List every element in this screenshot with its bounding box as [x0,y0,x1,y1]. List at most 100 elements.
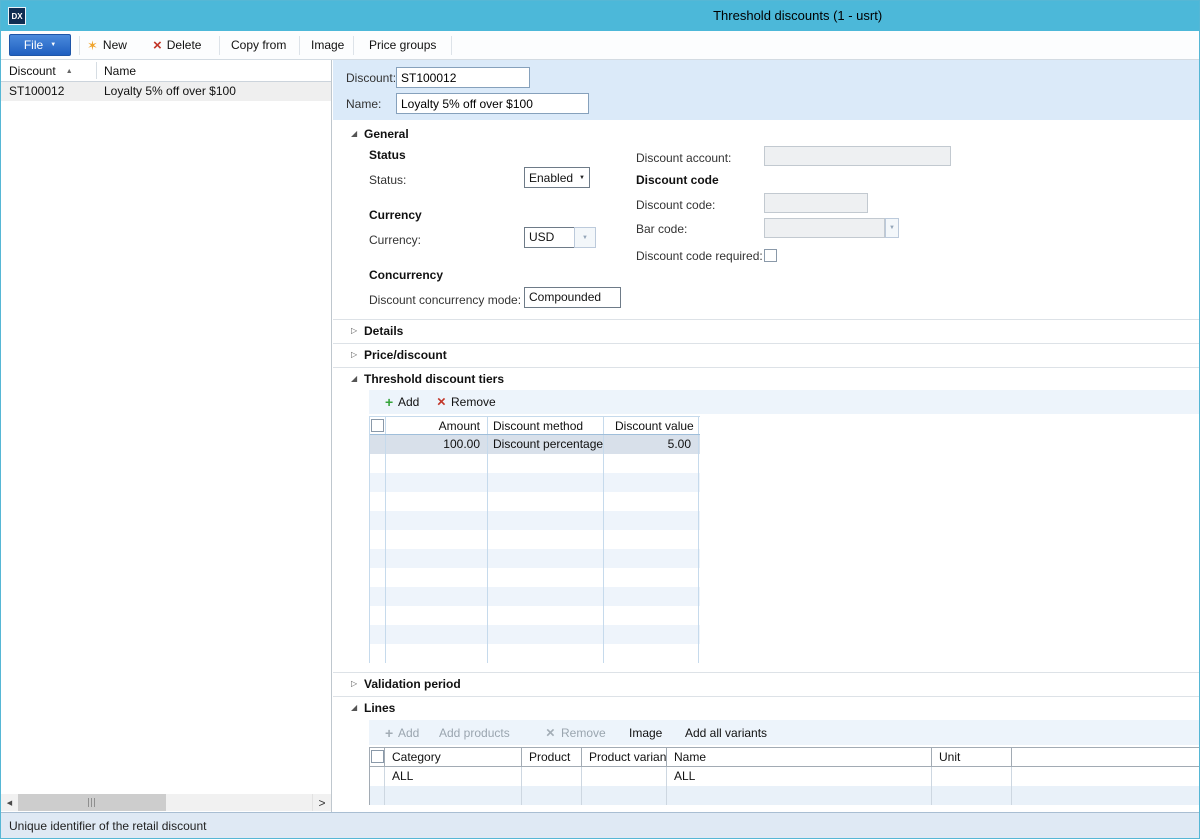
table-row[interactable]: ALL ALL [370,767,1200,786]
section-header-price-discount[interactable]: ▷ Price/discount [333,343,1200,366]
column-header-name[interactable]: Name [667,748,932,766]
section-title-price-discount: Price/discount [364,348,447,362]
lines-grid: Category Product Product variant Name Un… [369,747,1200,805]
name-field-label: Name: [346,96,381,112]
sort-asc-icon: ▲ [66,68,73,75]
column-header-product-variant[interactable]: Product variant [582,748,667,766]
section-header-details[interactable]: ▷ Details [333,319,1200,342]
select-all-checkbox[interactable] [371,750,384,763]
cell-name: Loyalty 5% off over $100 [104,82,236,101]
new-button[interactable]: ✶ New [87,31,127,59]
lines-image-button[interactable]: Image [629,726,662,740]
toolbar-separator [451,36,452,55]
copy-from-button[interactable]: Copy from [231,31,286,59]
column-header-discount[interactable]: Discount▲ [9,60,73,83]
empty-row [370,511,700,530]
select-all-checkbox-cell [370,748,385,766]
app-icon-glyph: DX [11,12,22,21]
column-divider[interactable] [96,62,97,79]
collapse-icon[interactable]: ◢ [351,375,357,383]
empty-row [370,492,700,511]
group-label-status: Status [369,148,406,162]
record-header-band: Discount: Name: [333,60,1200,120]
chevron-down-icon: ▼ [576,175,585,181]
status-label: Status: [369,172,406,188]
section-title-validation-period: Validation period [364,677,461,691]
cell-category: ALL [385,767,522,786]
status-text: Unique identifier of the retail discount [9,813,206,839]
cell-product [522,767,582,786]
horizontal-scrollbar[interactable]: ◀ > [1,794,331,811]
column-header-amount[interactable]: Amount [386,417,488,434]
column-header-name[interactable]: Name [104,60,136,82]
status-dropdown[interactable]: Enabled ▼ [524,167,590,188]
expand-icon[interactable]: ▷ [351,351,357,359]
tiers-remove-button[interactable]: Remove [451,395,496,409]
toolbar-separator [299,36,300,55]
column-header-discount-method[interactable]: Discount method [488,417,604,434]
collapse-icon[interactable]: ◢ [351,704,357,712]
discount-account-field [764,146,951,166]
file-menu-button[interactable]: File ▼ [9,34,71,56]
copy-from-label: Copy from [231,38,286,52]
delete-button[interactable]: × Delete [153,31,201,59]
cell-discount-value: 5.00 [604,435,699,454]
price-groups-button[interactable]: Price groups [369,31,436,59]
concurrency-mode-field[interactable]: Compounded [524,287,621,308]
collapse-icon[interactable]: ◢ [351,130,357,138]
delete-icon: × [153,38,162,53]
discount-field[interactable] [396,67,530,88]
section-header-validation-period[interactable]: ▷ Validation period [333,672,1200,695]
expand-icon[interactable]: ▷ [351,327,357,335]
chevron-down-icon: ▼ [582,235,588,241]
column-header-product[interactable]: Product [522,748,582,766]
tiers-add-button[interactable]: Add [398,395,419,409]
tiers-grid: Amount Discount method Discount value 10… [369,416,700,663]
empty-row [370,587,700,606]
tiers-toolbar: + Add × Remove [369,390,1200,414]
section-header-tiers[interactable]: ◢ Threshold discount tiers [333,367,1200,390]
scroll-left-icon[interactable]: ◀ [1,794,18,811]
lines-add-all-variants-button[interactable]: Add all variants [685,726,767,740]
section-header-lines[interactable]: ◢ Lines [333,696,1200,719]
scrollbar-thumb[interactable] [18,794,166,811]
section-title-details: Details [364,324,403,338]
lines-add-button: Add [398,726,419,740]
titlebar: DX Threshold discounts (1 - usrt) [1,1,1199,31]
expand-icon[interactable]: ▷ [351,680,357,688]
discount-field-label: Discount: [346,70,396,86]
table-row[interactable]: 100.00 Discount percentage 5.00 [370,435,700,454]
column-header-discount-value[interactable]: Discount value [604,417,699,434]
app-window: DX Threshold discounts (1 - usrt) File ▼… [0,0,1200,839]
tiers-empty-rows [370,454,700,663]
discount-list-header: Discount▲ Name [1,60,331,82]
toolbar-separator [353,36,354,55]
main-toolbar: File ▼ ✶ New × Delete Copy from Image Pr… [1,31,1199,60]
concurrency-mode-value: Compounded [529,290,601,304]
cell-product-variant [582,767,667,786]
column-header-filler [1012,748,1200,766]
currency-field[interactable]: USD [524,227,575,248]
name-field[interactable] [396,93,589,114]
remove-icon: × [437,395,446,410]
cell-amount: 100.00 [386,435,488,454]
app-icon: DX [8,7,26,25]
table-row[interactable]: ST100012 Loyalty 5% off over $100 [1,82,331,101]
detail-panel: Discount: Name: ◢ General Status Status:… [333,60,1200,812]
cell-unit [932,767,1012,786]
status-bar: Unique identifier of the retail discount [1,812,1199,839]
row-checkbox-cell [370,767,385,786]
currency-dropdown-button[interactable]: ▼ [574,227,596,248]
image-button[interactable]: Image [311,31,344,59]
discount-code-required-checkbox[interactable] [764,249,777,262]
image-button-label: Image [311,38,344,52]
cell-discount: ST100012 [9,82,64,101]
scroll-right-icon[interactable]: > [312,794,331,811]
cell-discount-method: Discount percentage [488,435,604,454]
select-all-checkbox[interactable] [371,419,384,432]
column-header-unit[interactable]: Unit [932,748,1012,766]
empty-row [370,454,700,473]
section-header-general[interactable]: ◢ General [333,122,1200,145]
file-menu-label: File [24,38,43,52]
column-header-category[interactable]: Category [385,748,522,766]
